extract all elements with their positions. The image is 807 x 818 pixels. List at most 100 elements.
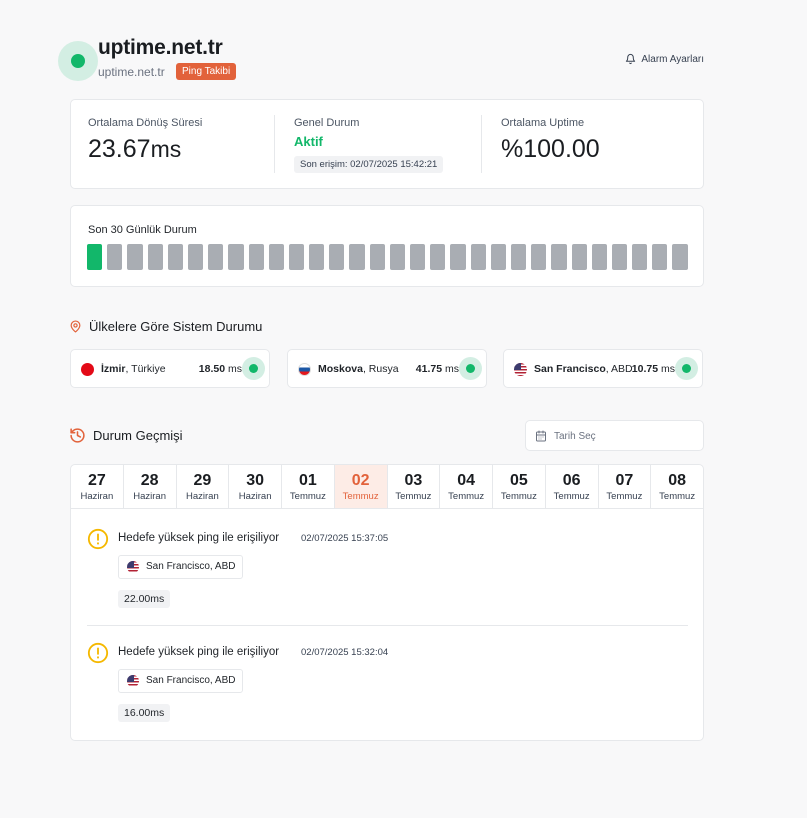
day-tab[interactable]: 03 Temmuz: [388, 465, 441, 508]
day-tab-number: 05: [509, 472, 528, 489]
day-status-bar[interactable]: [268, 244, 284, 270]
day-status-bar[interactable]: [510, 244, 527, 270]
day-status-bar[interactable]: [672, 244, 688, 270]
day-status-bar[interactable]: [147, 244, 163, 270]
day-status-bar[interactable]: [228, 244, 244, 270]
day-tab-number: 03: [404, 472, 423, 489]
status-value: Aktif: [294, 134, 323, 149]
day-status-bar[interactable]: [309, 244, 325, 270]
calendar-icon: [536, 430, 546, 442]
day-status-bar[interactable]: [248, 244, 264, 270]
day-status-bar[interactable]: [167, 244, 183, 270]
alarm-settings-button[interactable]: Alarm Ayarları: [625, 53, 704, 65]
event-ping-value: 16.00ms: [118, 704, 171, 722]
bell-icon: [626, 53, 636, 65]
day-status-bar[interactable]: [652, 244, 668, 270]
day-status-bar[interactable]: [329, 244, 345, 270]
day-tab-month: Temmuz: [659, 491, 696, 502]
uptime-label: Ortalama Uptime: [501, 117, 585, 129]
day-tab[interactable]: 01 Temmuz: [282, 465, 335, 508]
divider: [274, 115, 275, 173]
day-tab[interactable]: 06 Temmuz: [546, 465, 599, 508]
day-tab-number: 01: [298, 472, 317, 489]
day-status-bar[interactable]: [430, 244, 446, 270]
alarm-settings-label: Alarm Ayarları: [641, 53, 704, 65]
day-status-bar[interactable]: [611, 244, 628, 270]
day-status-bar[interactable]: [490, 244, 506, 270]
day-status-bar[interactable]: [187, 244, 204, 270]
day-tab[interactable]: 30 Haziran: [229, 465, 282, 508]
day-tab-number: 30: [246, 472, 265, 489]
online-status-icon: [242, 357, 265, 380]
country-card-san-francisco[interactable]: San Francisco, ABD 10.75 ms: [503, 349, 703, 388]
day-tabs: 27 Haziran 28 Haziran 29 Haziran 30 Haziran 01 Te…: [71, 465, 703, 509]
day-tab-month: Temmuz: [606, 491, 643, 502]
country-location: İzmir, Türkiye: [101, 363, 166, 375]
day-tab-number: 28: [140, 472, 159, 489]
day-tab-number: 02: [351, 472, 370, 489]
event-location-badge: San Francisco, ABD: [118, 669, 244, 693]
day-tab[interactable]: 02 Temmuz: [334, 465, 388, 508]
country-ping: 10.75 ms: [631, 363, 675, 375]
status-label: Genel Durum: [294, 117, 360, 129]
site-url: uptime.net.tr: [98, 65, 165, 79]
warning-icon: [87, 528, 109, 550]
day-status-bars: [87, 244, 688, 270]
day-tab[interactable]: 08 Temmuz: [651, 465, 703, 508]
date-picker-input[interactable]: Tarih Seç: [525, 420, 704, 451]
day-tab-number: 04: [457, 472, 476, 489]
countries-title: Ülkelere Göre Sistem Durumu: [89, 319, 263, 334]
day-tab[interactable]: 07 Temmuz: [599, 465, 652, 508]
site-header: uptime.net.tr uptime.net.tr Ping Takibi …: [58, 36, 704, 86]
divider: [481, 115, 482, 173]
day-status-bar[interactable]: [571, 244, 587, 270]
history-section-title: Durum Geçmişi: [69, 427, 183, 444]
usa-flag-icon: [127, 561, 139, 573]
day-tab-month: Temmuz: [553, 491, 590, 502]
day-tab-number: 27: [87, 472, 106, 489]
day-status-bar[interactable]: [107, 244, 123, 270]
country-card-moskova[interactable]: Moskova, Rusya 41.75 ms: [287, 349, 487, 388]
status-dot: [71, 54, 85, 68]
event-time: 02/07/2025 15:37:05: [301, 533, 389, 544]
day-tab-month: Temmuz: [289, 491, 326, 502]
day-status-bar[interactable]: [470, 244, 486, 270]
day-tab[interactable]: 28 Haziran: [124, 465, 177, 508]
country-ping: 41.75 ms: [415, 363, 459, 375]
monitor-type-badge: Ping Takibi: [176, 63, 237, 80]
day-status-bar[interactable]: [632, 244, 648, 270]
day-tab-month: Temmuz: [500, 491, 537, 502]
day-status-bar[interactable]: [410, 244, 426, 270]
last-30-days-card: Son 30 Günlük Durum: [70, 205, 704, 287]
event-location-badge: San Francisco, ABD: [118, 555, 244, 579]
day-status-bar[interactable]: [208, 244, 224, 270]
day-tab[interactable]: 05 Temmuz: [493, 465, 546, 508]
day-tab[interactable]: 04 Temmuz: [440, 465, 493, 508]
day-status-bar[interactable]: [450, 244, 466, 270]
day-status-bar[interactable]: [349, 244, 365, 270]
day-tab-number: 06: [562, 472, 581, 489]
countries-section-title: Ülkelere Göre Sistem Durumu: [69, 319, 262, 334]
day-tab-number: 08: [668, 472, 687, 489]
day-status-bar[interactable]: [551, 244, 567, 270]
country-card-izmir[interactable]: İzmir, Türkiye 18.50 ms: [70, 349, 270, 388]
day-status-bar[interactable]: [369, 244, 385, 270]
day-status-bar[interactable]: [531, 244, 547, 270]
day-status-bar[interactable]: [591, 244, 607, 270]
day-tab[interactable]: 27 Haziran: [71, 465, 124, 508]
day-status-bar[interactable]: [87, 244, 103, 270]
last-access-time: Son erişim: 02/07/2025 15:42:21: [294, 156, 444, 173]
day-tab-month: Temmuz: [395, 491, 432, 502]
usa-flag-icon: [127, 675, 139, 687]
usa-flag-icon: [514, 363, 527, 376]
turkey-flag-icon: [81, 363, 94, 376]
history-card: 27 Haziran 28 Haziran 29 Haziran 30 Haziran 01 Te…: [70, 464, 704, 741]
day-tab[interactable]: 29 Haziran: [177, 465, 230, 508]
avg-rtt-label: Ortalama Dönüş Süresi: [88, 117, 203, 129]
day-status-bar[interactable]: [127, 244, 143, 270]
event-title: Hedefe yüksek ping ile erişiliyor: [118, 646, 280, 658]
online-status-icon: [459, 357, 482, 380]
day-status-bar[interactable]: [288, 244, 305, 270]
day-tab-month: Haziran: [133, 491, 166, 502]
day-status-bar[interactable]: [389, 244, 405, 270]
